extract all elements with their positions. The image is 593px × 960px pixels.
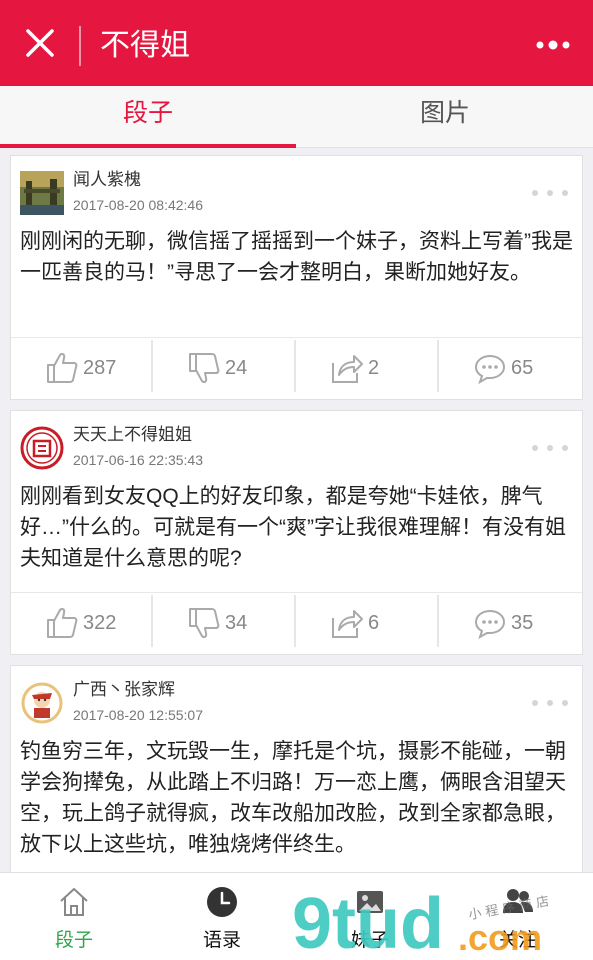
author-name[interactable]: 天天上不得姐姐: [73, 423, 192, 447]
more-dots-icon[interactable]: [535, 34, 571, 56]
post-time: 2017-06-16 22:35:43: [73, 452, 203, 468]
nav-jokes[interactable]: 段子: [0, 873, 148, 960]
dislike-button[interactable]: 34: [153, 593, 295, 655]
nav-label: 妹子: [350, 930, 389, 951]
more-options-icon[interactable]: [530, 188, 570, 198]
share-count: 6: [368, 612, 380, 634]
post-actions: 287 24 2 65: [11, 337, 582, 399]
author-name[interactable]: 广西丶张家辉: [73, 678, 175, 702]
post-time: 2017-08-20 12:55:07: [73, 707, 203, 723]
thumbs-down-icon: [189, 608, 220, 638]
comment-icon: [474, 609, 506, 640]
like-button[interactable]: 287: [11, 338, 153, 400]
title-separator: [79, 26, 81, 66]
comment-button[interactable]: 65: [439, 338, 581, 400]
thumbs-up-icon: [47, 608, 78, 638]
dislike-count: 24: [225, 357, 248, 379]
post-content: 刚刚看到女友QQ上的好友印象，都是夸她“卡娃依，脾气好…”什么的。可就是有一个“…: [20, 485, 566, 570]
like-button[interactable]: 322: [11, 593, 153, 655]
dislike-count: 34: [225, 612, 248, 634]
comment-count: 65: [511, 357, 534, 379]
post-content: 钓鱼穷三年，文玩毁一生，摩托是个坑，摄影不能碰，一朝学会狗撵兔，从此踏上不归路！…: [20, 740, 566, 856]
avatar[interactable]: [20, 681, 64, 725]
comment-icon: [474, 354, 506, 385]
post-card: 广西丶张家辉 2017-08-20 12:55:07 钓鱼穷三年，文玩毁一生，摩…: [10, 665, 583, 872]
post-card: 闻人紫槐 2017-08-20 08:42:46 刚刚闲的无聊，微信摇了摇摇到一…: [10, 155, 583, 400]
comment-count: 35: [511, 612, 534, 634]
photo-icon: [357, 891, 383, 913]
post-feed[interactable]: 闻人紫槐 2017-08-20 08:42:46 刚刚闲的无聊，微信摇了摇摇到一…: [0, 148, 593, 872]
post-card: 天天上不得姐姐 2017-06-16 22:35:43 刚刚看到女友QQ上的好友…: [10, 410, 583, 655]
author-name[interactable]: 闻人紫槐: [73, 168, 141, 192]
tab-bar: 段子 图片: [0, 86, 593, 148]
title-bar: 不得姐: [0, 0, 593, 86]
share-count: 2: [368, 357, 380, 379]
post-content: 刚刚闲的无聊，微信摇了摇摇到一个妹子，资料上写着”我是一匹善良的马！”寻思了一会…: [20, 230, 573, 284]
post-actions: 322 34 6 35: [11, 592, 582, 654]
thumbs-down-icon: [189, 353, 220, 383]
nav-girls[interactable]: 妹子: [296, 873, 444, 960]
users-icon: [503, 889, 533, 913]
home-icon: [60, 888, 88, 916]
avatar[interactable]: [20, 426, 64, 470]
nav-follow[interactable]: 关注: [444, 873, 592, 960]
avatar[interactable]: [20, 171, 64, 215]
comment-button[interactable]: 35: [439, 593, 581, 655]
like-count: 287: [83, 357, 117, 379]
bottom-nav: 段子 语录 妹子 关注: [0, 872, 593, 960]
post-time: 2017-08-20 08:42:46: [73, 197, 203, 213]
share-icon: [332, 355, 363, 383]
tab-jokes[interactable]: 段子: [0, 86, 296, 148]
share-button[interactable]: 2: [296, 338, 438, 400]
dislike-button[interactable]: 24: [153, 338, 295, 400]
more-options-icon[interactable]: [530, 443, 570, 453]
nav-label: 关注: [498, 930, 537, 951]
page-title: 不得姐: [100, 29, 190, 62]
more-options-icon[interactable]: [530, 698, 570, 708]
like-count: 322: [83, 612, 117, 634]
nav-label: 段子: [54, 930, 93, 951]
share-button[interactable]: 6: [296, 593, 438, 655]
clock-icon: [207, 887, 237, 917]
close-icon[interactable]: [22, 25, 58, 61]
thumbs-up-icon: [47, 353, 78, 383]
tab-pictures[interactable]: 图片: [297, 86, 593, 148]
share-icon: [332, 610, 363, 638]
nav-quotes[interactable]: 语录: [148, 873, 296, 960]
nav-label: 语录: [202, 930, 241, 951]
